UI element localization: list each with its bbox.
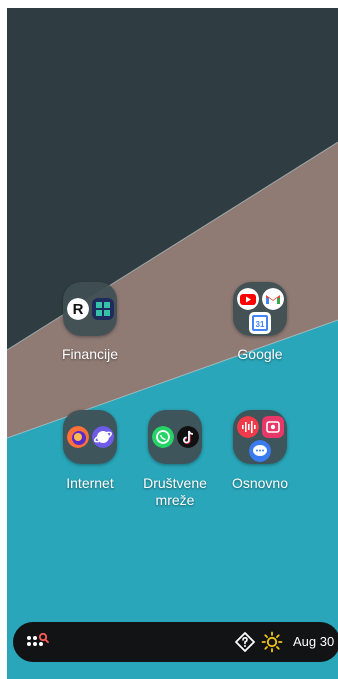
folder-label-internet: Internet [66, 475, 114, 491]
home-screen: R Financije 31 Google Internet Društvene… [7, 8, 338, 679]
folder-internet[interactable] [63, 410, 117, 464]
svg-text:31: 31 [256, 320, 265, 329]
samsung-internet-icon [92, 426, 114, 448]
wallpaper [7, 8, 338, 679]
folder-label-financije: Financije [61, 346, 119, 362]
youtube-icon [237, 288, 259, 310]
date-text: Aug 30 [293, 634, 335, 649]
folder-label-google: Google [237, 346, 283, 362]
app-drawer-search-icon[interactable] [25, 630, 51, 654]
folder-label-drustvene-mreze: Društvene mreže [143, 475, 207, 508]
revolut-icon: R [67, 298, 89, 320]
folder-label-osnovno: Osnovno [231, 475, 289, 491]
folder-financije[interactable]: R [63, 282, 117, 336]
folder-drustvene-mreze[interactable] [148, 410, 202, 464]
firefox-icon [67, 426, 89, 448]
tiktok-icon [177, 426, 199, 448]
screen-recorder-icon [262, 416, 284, 438]
bottom-dock: Aug 30 [13, 622, 338, 662]
svg-text:R: R [73, 301, 84, 318]
sun-icon[interactable] [261, 631, 283, 653]
keks-pay-icon [92, 298, 114, 320]
folder-google[interactable]: 31 [233, 282, 287, 336]
messages-icon [249, 440, 271, 462]
whatsapp-icon [152, 426, 174, 448]
folder-osnovno[interactable] [233, 410, 287, 464]
google-calendar-icon: 31 [249, 312, 271, 334]
help-icon[interactable] [235, 632, 255, 652]
voice-recorder-icon [237, 416, 259, 438]
gmail-icon [262, 288, 284, 310]
